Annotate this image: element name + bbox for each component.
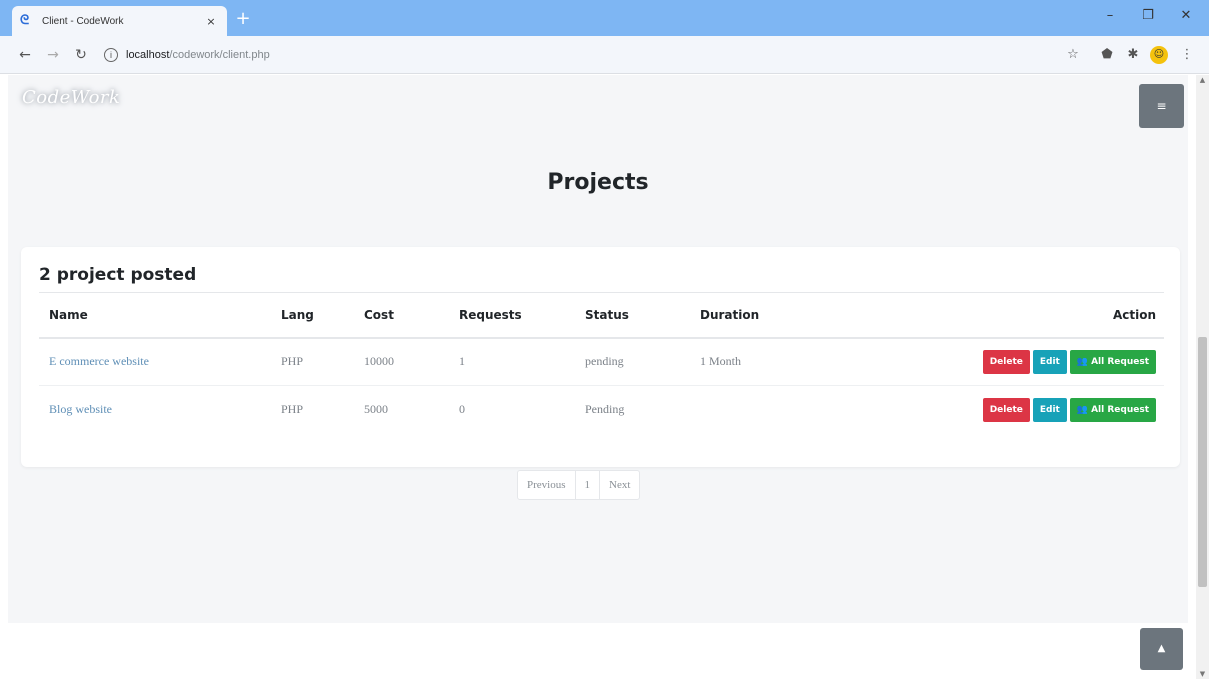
pagination-previous[interactable]: Previous xyxy=(518,471,576,499)
hamburger-menu-button[interactable]: ≡ xyxy=(1139,84,1184,128)
projects-table: Name Lang Cost Requests Status Duration … xyxy=(39,292,1164,434)
row-actions: Delete Edit 👥 All Request xyxy=(890,386,1164,434)
column-header-requests: Requests xyxy=(449,292,575,339)
delete-button[interactable]: Delete xyxy=(982,349,1030,374)
row-actions: Delete Edit 👥 All Request xyxy=(890,337,1164,386)
puzzle-icon[interactable]: ✱ xyxy=(1124,46,1142,64)
hamburger-icon: ≡ xyxy=(1156,99,1167,113)
pagination-page-1[interactable]: 1 xyxy=(576,471,600,499)
project-cost: 10000 xyxy=(354,337,449,386)
bookmark-star-icon[interactable]: ☆ xyxy=(1064,46,1082,64)
forward-icon[interactable]: → xyxy=(44,46,62,64)
table-row: Blog website PHP 5000 0 Pending Delete Ed… xyxy=(39,386,1164,434)
tab-title: Client - CodeWork xyxy=(42,15,124,27)
project-name-link[interactable]: E commerce website xyxy=(39,337,271,386)
table-row: E commerce website PHP 10000 1 pending 1… xyxy=(39,337,1164,386)
reload-icon[interactable]: ↻ xyxy=(72,46,90,64)
card-heading: 2 project posted xyxy=(39,265,197,285)
project-lang: PHP xyxy=(271,337,354,386)
browser-menu-icon[interactable]: ⋮ xyxy=(1178,46,1196,64)
table-header-row: Name Lang Cost Requests Status Duration … xyxy=(39,292,1164,339)
edit-button[interactable]: Edit xyxy=(1032,349,1067,374)
close-window-button[interactable]: ✕ xyxy=(1174,8,1198,23)
scrollbar-thumb[interactable] xyxy=(1198,337,1207,587)
project-name[interactable]: E commerce website xyxy=(49,354,149,368)
edit-button[interactable]: Edit xyxy=(1032,397,1067,422)
pagination: Previous 1 Next xyxy=(517,470,641,500)
users-icon: 👥 xyxy=(1076,404,1089,415)
all-request-button[interactable]: 👥 All Request xyxy=(1069,349,1156,374)
project-name[interactable]: Blog website xyxy=(49,402,112,416)
project-requests: 0 xyxy=(459,402,465,417)
scroll-down-arrow-icon[interactable]: ▼ xyxy=(1198,669,1207,679)
page-viewport: CodeWork ≡ Projects 2 project posted Nam… xyxy=(0,75,1196,679)
column-header-duration: Duration xyxy=(690,292,890,339)
browser-address-bar: ← → ↻ i localhost/codework/client.php ☆ … xyxy=(0,36,1209,74)
new-tab-button[interactable]: + xyxy=(233,9,253,29)
codework-favicon-icon: ᘓ xyxy=(20,13,30,28)
project-duration: 1 Month xyxy=(690,337,890,386)
projects-card: 2 project posted Name Lang Cost Requests… xyxy=(21,247,1180,467)
page-scrollbar[interactable]: ▲ ▼ xyxy=(1196,75,1209,679)
site-info-icon[interactable]: i xyxy=(104,48,118,62)
all-request-label: All Request xyxy=(1091,356,1149,367)
maximize-button[interactable]: ❐ xyxy=(1136,8,1160,23)
all-request-label: All Request xyxy=(1091,404,1149,415)
project-lang: PHP xyxy=(281,402,304,417)
browser-tab-bar: ᘓ Client - CodeWork × + – ❐ ✕ xyxy=(0,0,1209,36)
url-field[interactable]: i localhost/codework/client.php xyxy=(104,43,1004,67)
project-name-link[interactable]: Blog website xyxy=(39,386,271,434)
all-request-button[interactable]: 👥 All Request xyxy=(1069,397,1156,422)
url-path: /codework/client.php xyxy=(169,49,270,61)
users-icon: 👥 xyxy=(1076,356,1089,367)
project-status: pending xyxy=(575,337,690,386)
browser-tab[interactable]: ᘓ Client - CodeWork × xyxy=(12,6,227,36)
profile-avatar-icon[interactable]: ☺ xyxy=(1150,46,1168,64)
pagination-next[interactable]: Next xyxy=(600,471,639,499)
delete-button[interactable]: Delete xyxy=(982,397,1030,422)
project-status: Pending xyxy=(585,402,625,417)
column-header-name: Name xyxy=(39,292,271,339)
column-header-status: Status xyxy=(575,292,690,339)
url-host: localhost xyxy=(126,49,170,61)
back-icon[interactable]: ← xyxy=(16,46,34,64)
tab-close-icon[interactable]: × xyxy=(203,15,219,28)
extension-icon[interactable]: ⬟ xyxy=(1098,46,1116,64)
scroll-up-arrow-icon[interactable]: ▲ xyxy=(1198,75,1207,85)
brand-logo[interactable]: CodeWork xyxy=(22,87,120,108)
scroll-to-top-button[interactable]: ▲ xyxy=(1140,628,1183,670)
project-duration xyxy=(690,386,890,434)
project-cost: 5000 xyxy=(364,402,388,417)
chevron-up-icon: ▲ xyxy=(1157,643,1166,654)
page-title: Projects xyxy=(547,170,649,195)
project-requests: 1 xyxy=(449,337,575,386)
column-header-action: Action xyxy=(890,292,1164,339)
minimize-button[interactable]: – xyxy=(1098,8,1122,23)
column-header-cost: Cost xyxy=(354,292,449,339)
column-header-lang: Lang xyxy=(271,292,354,339)
